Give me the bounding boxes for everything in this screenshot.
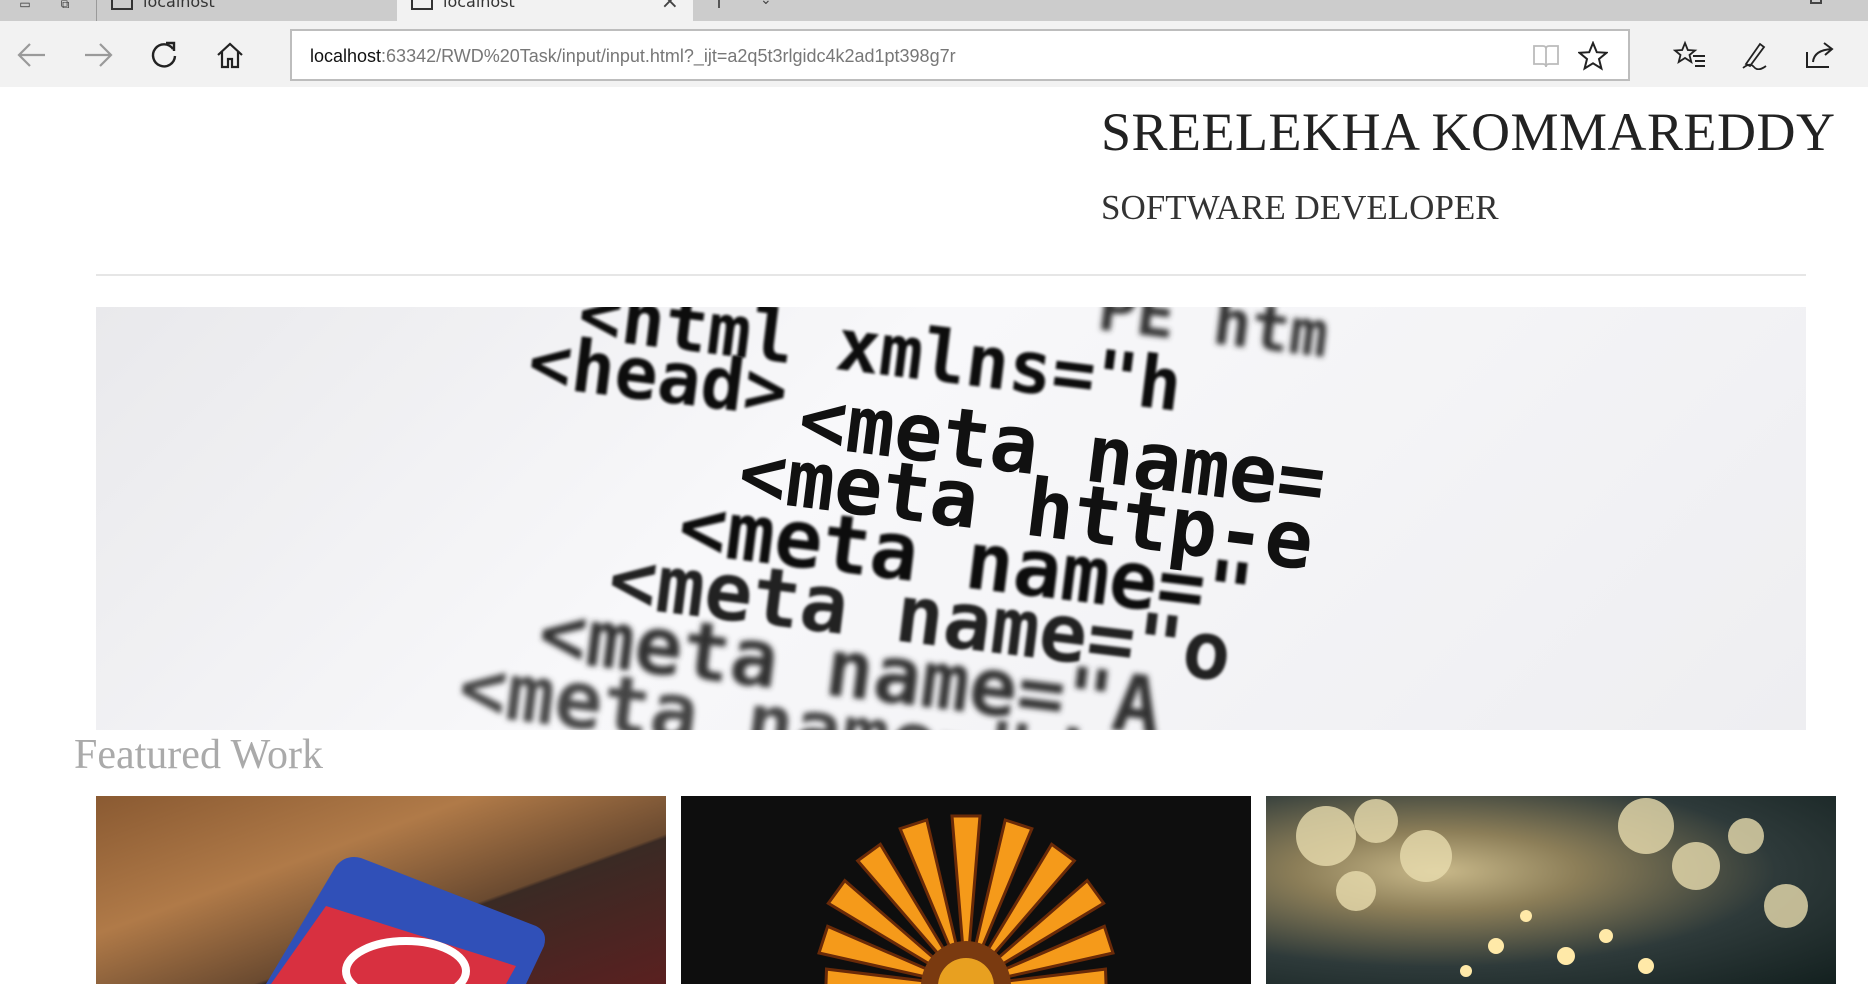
reading-view-icon[interactable] [1532,43,1560,73]
featured-work-thumbnail-1[interactable] [96,796,666,984]
tab-preview-icon[interactable]: ⧉ [54,0,76,14]
tab-localhost-1[interactable]: localhost [96,0,396,21]
url-text[interactable]: localhost:63342/RWD%20Task/input/input.h… [310,46,956,67]
featured-work-thumbnail-3[interactable] [1266,796,1836,984]
back-arrow-icon[interactable] [12,35,52,75]
share-icon[interactable] [1800,35,1840,75]
bokeh-image [1296,798,1808,977]
window-restore-icon[interactable] [1810,0,1822,4]
url-path: :63342/RWD%20Task/input/input.html?_ijt=… [381,46,956,66]
favorites-hub-icon[interactable] [1670,35,1710,75]
chevron-down-icon[interactable]: ⌄ [760,0,772,8]
hero-image: PE htm <html xmlns="h <head> <meta name=… [96,307,1806,730]
featured-work-thumbnail-2[interactable] [681,796,1251,984]
page-subtitle: SOFTWARE DEVELOPER [1101,188,1499,227]
page-icon [411,0,433,10]
home-icon[interactable] [210,35,250,75]
web-page: SREELEKHA KOMMAREDDY SOFTWARE DEVELOPER … [0,87,1868,984]
browser-toolbar: localhost:63342/RWD%20Task/input/input.h… [0,21,1868,87]
favorite-star-icon[interactable] [1576,40,1610,75]
tab-list-icon[interactable]: ▭ [14,0,36,14]
new-tab-icon[interactable] [718,0,720,8]
refresh-icon[interactable] [144,35,184,75]
address-bar[interactable]: localhost:63342/RWD%20Task/input/input.h… [290,29,1630,81]
tab-label: localhost [143,0,215,11]
header-divider [96,274,1806,276]
url-host: localhost [310,46,382,66]
forward-arrow-icon[interactable] [78,35,118,75]
pen-note-icon[interactable] [1735,35,1775,75]
tab-localhost-2[interactable]: localhost × [397,0,693,21]
page-icon [111,0,133,10]
tab-label: localhost [443,0,515,11]
flower-image [817,814,1115,984]
page-title: SREELEKHA KOMMAREDDY [1101,102,1836,162]
tab-strip: ▭ ⧉ localhost localhost × ⌄ [0,0,1868,21]
featured-work-heading: Featured Work [74,732,323,778]
hero-code-graphic: PE htm <html xmlns="h <head> <meta name=… [454,307,1333,730]
card-image [266,857,545,984]
close-tab-icon[interactable]: × [661,0,679,13]
